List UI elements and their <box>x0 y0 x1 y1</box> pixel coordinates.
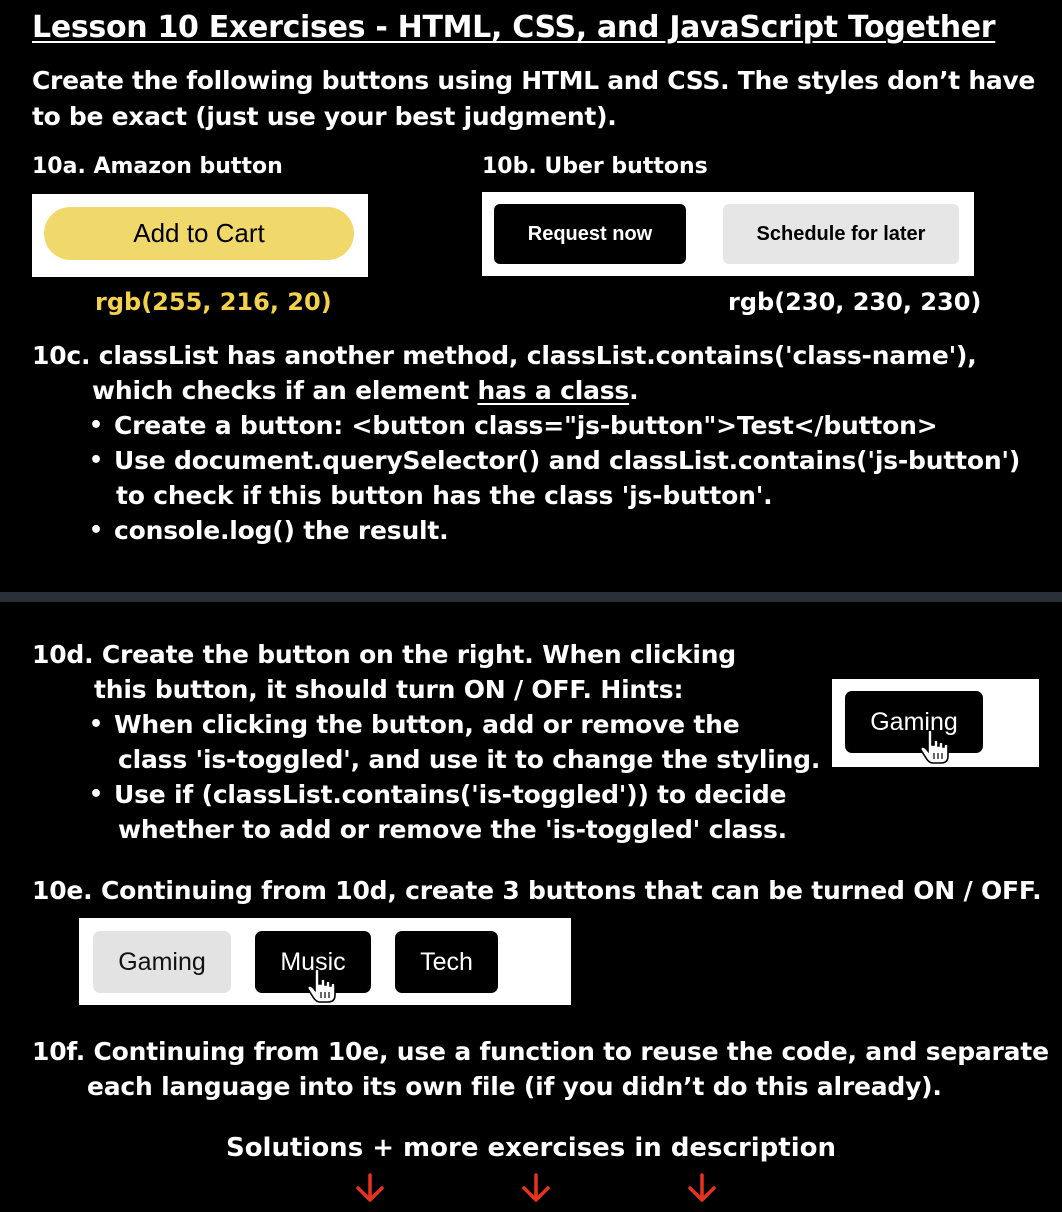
exercise-10c-bullet2-cont: to check if this button has the class 'j… <box>116 481 773 510</box>
down-arrow-icon <box>356 1173 384 1202</box>
exercise-10f: 10f. Continuing from 10e, use a function… <box>32 1034 1052 1104</box>
exercise-10c-bullet3: console.log() the result. <box>32 513 1052 548</box>
toggle-demo-box: Gaming <box>832 679 1039 767</box>
has-a-class-link[interactable]: has a class <box>477 376 629 405</box>
hand-cursor-icon <box>920 729 949 764</box>
schedule-for-later-button[interactable]: Schedule for later <box>723 204 959 264</box>
down-arrow-icon <box>522 1173 550 1202</box>
exercise-10d-bullet1-cont: class 'is-toggled', and use it to change… <box>118 745 821 774</box>
gaming-toggle-demo-button[interactable]: Gaming <box>845 691 983 753</box>
gaming-toggle-button[interactable]: Gaming <box>93 931 231 993</box>
add-to-cart-button[interactable]: Add to Cart <box>44 207 354 260</box>
tech-toggle-button[interactable]: Tech <box>395 931 498 993</box>
exercise-10c-line2-prefix: which checks if an element <box>92 376 478 405</box>
exercise-10d-bullet2: Use if (classList.contains('is-toggled')… <box>32 777 832 812</box>
exercise-10f-line2: each language into its own file (if you … <box>87 1072 942 1101</box>
exercise-10c-line2-suffix: . <box>629 376 639 405</box>
exercise-10c: 10c. classList has another method, class… <box>32 338 1052 548</box>
uber-color-note: rgb(230, 230, 230) <box>728 288 982 316</box>
exercise-10c-line2: which checks if an element has a class. <box>32 373 1052 408</box>
intro-text: Create the following buttons using HTML … <box>32 66 1036 131</box>
exercise-10c-line1: 10c. classList has another method, class… <box>32 341 977 370</box>
exercise-10c-bullet2: Use document.querySelector() and classLi… <box>32 443 1052 478</box>
solutions-note: Solutions + more exercises in descriptio… <box>225 1133 837 1163</box>
section-divider <box>0 592 1062 602</box>
exercise-10d-line1: 10d. Create the button on the right. Whe… <box>32 640 737 669</box>
lesson-title: Lesson 10 Exercises - HTML, CSS, and Jav… <box>32 10 996 45</box>
exercise-10d-bullet1: When clicking the button, add or remove … <box>32 707 832 742</box>
exercise-10d-line2: this button, it should turn ON / OFF. Hi… <box>94 675 684 704</box>
exercise-10d-bullet2-cont: whether to add or remove the 'is-toggled… <box>118 815 787 844</box>
exercise-10c-bullet1: Create a button: <button class="js-butto… <box>32 408 1052 443</box>
exercise-10f-line1: 10f. Continuing from 10e, use a function… <box>32 1037 1049 1066</box>
exercise-10e-text: 10e. Continuing from 10d, create 3 butto… <box>32 876 1042 905</box>
exercise-10a-label: 10a. Amazon button <box>32 154 283 179</box>
exercise-10d: 10d. Create the button on the right. Whe… <box>32 637 832 847</box>
amazon-demo-box: Add to Cart <box>32 194 368 277</box>
exercise-10b-label: 10b. Uber buttons <box>482 154 708 179</box>
toggle-group-demo-box: Gaming Music Tech <box>79 918 571 1005</box>
down-arrow-icon <box>688 1173 716 1202</box>
hand-cursor-icon <box>307 968 336 1003</box>
amazon-color-note: rgb(255, 216, 20) <box>95 288 332 316</box>
uber-demo-box: Request now Schedule for later <box>482 192 974 276</box>
request-now-button[interactable]: Request now <box>494 204 686 264</box>
